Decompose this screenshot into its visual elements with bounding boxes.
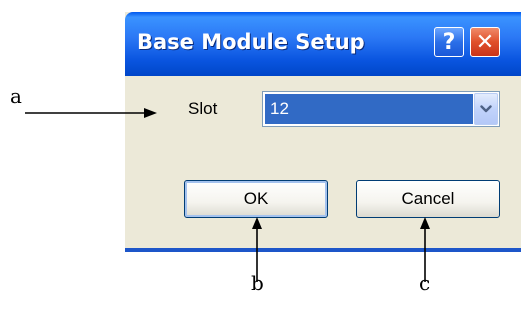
cancel-button[interactable]: Cancel bbox=[356, 180, 500, 218]
slot-selected-value[interactable]: 12 bbox=[265, 94, 473, 124]
annotation-a-label: a bbox=[10, 84, 22, 108]
dropdown-button[interactable] bbox=[474, 93, 498, 125]
chevron-down-icon bbox=[480, 105, 492, 113]
ok-button[interactable]: OK bbox=[184, 180, 328, 218]
slot-label: Slot bbox=[188, 99, 218, 118]
annotation-b-label: b bbox=[251, 271, 264, 295]
slot-select[interactable]: 12 bbox=[262, 91, 500, 127]
question-mark-icon: ? bbox=[442, 29, 456, 55]
dialog-bottom-border bbox=[125, 248, 521, 252]
close-button[interactable]: ✕ bbox=[470, 27, 500, 57]
title-bar[interactable]: Base Module Setup ? ✕ bbox=[125, 12, 521, 76]
help-button[interactable]: ? bbox=[434, 27, 464, 57]
dialog-title: Base Module Setup bbox=[137, 30, 365, 54]
close-icon: ✕ bbox=[475, 29, 495, 55]
annotation-c-label: c bbox=[419, 271, 431, 295]
